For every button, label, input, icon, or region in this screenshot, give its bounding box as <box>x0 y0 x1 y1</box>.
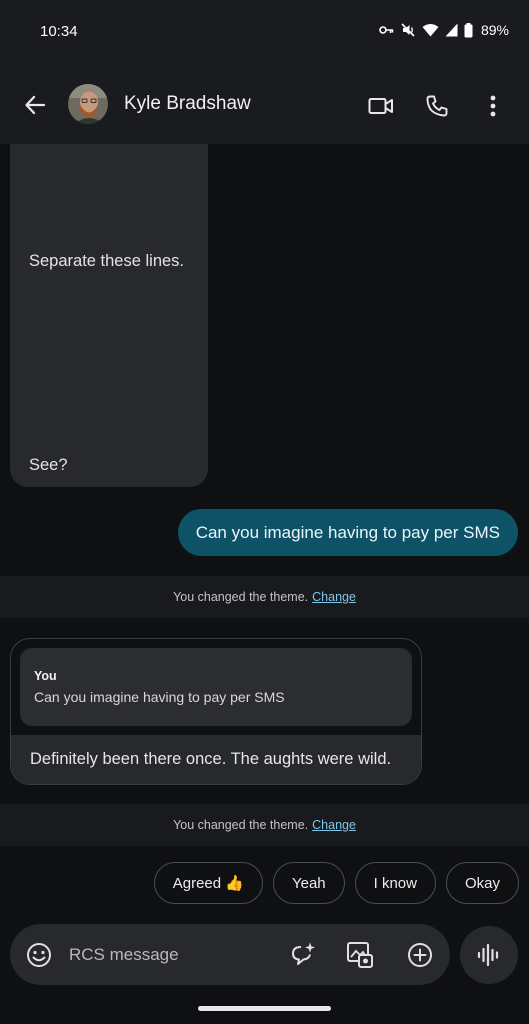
compose-bar <box>10 924 450 985</box>
contact-name[interactable]: Kyle Bradshaw <box>124 93 251 115</box>
message-text: Separate these lines. <box>29 252 185 270</box>
more-options-button[interactable] <box>475 88 511 124</box>
arrow-back-icon <box>25 95 46 115</box>
suggestion-chip-yeah[interactable]: Yeah <box>272 862 345 904</box>
message-text: Definitely been there once. The aughts w… <box>30 750 392 768</box>
magic-compose-button[interactable] <box>286 938 320 972</box>
suggestion-chip-agreed[interactable]: Agreed 👍 <box>153 862 263 904</box>
system-message-text: You changed the theme. <box>173 818 309 832</box>
contact-avatar[interactable] <box>68 84 108 124</box>
vpn-key-icon <box>379 26 394 34</box>
app-bar-actions <box>363 88 511 124</box>
emoji-button[interactable] <box>24 940 54 970</box>
suggestion-chip-okay[interactable]: Okay <box>445 862 519 904</box>
theme-change-notice: You changed the theme. Change <box>0 804 529 846</box>
signal-icon <box>445 23 458 37</box>
video-call-button[interactable] <box>363 88 399 124</box>
gesture-navigation-bar[interactable] <box>198 1006 331 1011</box>
gallery-icon <box>347 942 373 968</box>
voice-waveform-icon <box>477 943 499 967</box>
video-call-icon <box>368 98 393 114</box>
phone-icon <box>426 95 448 117</box>
system-message-text: You changed the theme. <box>173 590 309 604</box>
quoted-author: You <box>34 669 57 683</box>
conversation-app-bar: Kyle Bradshaw <box>0 64 529 144</box>
incoming-message-bubble[interactable]: Separate these lines. See? <box>10 144 208 487</box>
mute-icon <box>401 23 415 37</box>
ai-magic-compose-icon <box>292 942 315 965</box>
message-input[interactable] <box>69 942 269 968</box>
wifi-icon <box>422 24 439 37</box>
message-text: Can you imagine having to pay per SMS <box>195 522 500 542</box>
battery-icon <box>464 22 473 37</box>
add-icon <box>408 943 432 967</box>
battery-percent: 89% <box>480 22 509 38</box>
outgoing-message-bubble[interactable]: Can you imagine having to pay per SMS <box>177 509 518 556</box>
message-thread[interactable]: Separate these lines. See? Can you imagi… <box>0 144 529 914</box>
voice-message-button[interactable] <box>460 926 518 984</box>
smart-reply-suggestions: Agreed 👍 Yeah I know Okay <box>153 862 519 904</box>
change-theme-link[interactable]: Change <box>312 818 356 832</box>
status-bar: 10:34 89% <box>0 0 529 64</box>
add-attachment-button[interactable] <box>403 938 437 972</box>
message-text: See? <box>29 456 68 474</box>
back-button[interactable] <box>18 88 52 122</box>
quoted-text: Can you imagine having to pay per SMS <box>34 689 285 705</box>
change-theme-link[interactable]: Change <box>312 590 356 604</box>
gallery-button[interactable] <box>343 938 377 972</box>
theme-change-notice: You changed the theme. Change <box>0 576 529 618</box>
suggestion-chip-i-know[interactable]: I know <box>354 862 436 904</box>
incoming-reply-bubble[interactable]: You Can you imagine having to pay per SM… <box>10 638 422 785</box>
status-icons: 89% <box>378 22 509 38</box>
emoji-icon <box>27 943 51 967</box>
avatar-photo <box>68 84 108 124</box>
phone-call-button[interactable] <box>419 88 455 124</box>
quoted-message[interactable]: You Can you imagine having to pay per SM… <box>20 648 412 726</box>
status-time: 10:34 <box>40 23 78 40</box>
more-vert-icon <box>490 95 496 117</box>
reply-message-body: Definitely been there once. The aughts w… <box>11 735 421 784</box>
